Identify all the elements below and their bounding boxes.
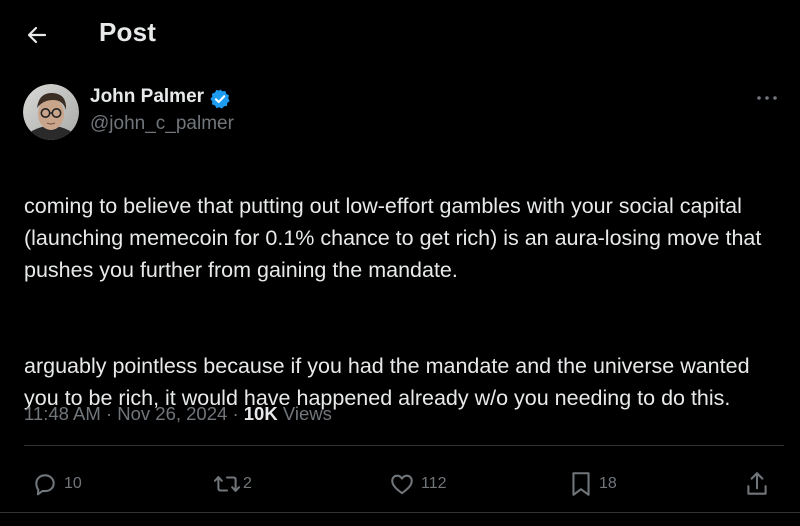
action-bar: 10 2 112 18 bbox=[0, 466, 800, 502]
page-title: Post bbox=[99, 17, 157, 47]
header: Post bbox=[0, 0, 800, 68]
share-icon bbox=[747, 472, 767, 495]
more-horizontal-icon bbox=[757, 96, 777, 100]
post-meta: 11:48 AM · Nov 26, 2024 · 10K Views bbox=[24, 403, 332, 425]
arrow-left-icon bbox=[27, 26, 47, 44]
views-label: Views bbox=[282, 403, 332, 424]
bookmark-button[interactable]: 18 bbox=[568, 466, 617, 502]
author-handle[interactable]: @john_c_palmer bbox=[90, 113, 234, 135]
like-button[interactable]: 112 bbox=[388, 466, 447, 502]
repost-button[interactable]: 2 bbox=[213, 466, 252, 502]
avatar[interactable] bbox=[23, 84, 79, 140]
reply-button[interactable]: 10 bbox=[32, 466, 82, 502]
repost-icon bbox=[213, 476, 241, 492]
bookmark-count: 18 bbox=[599, 475, 617, 492]
meta-separator: · bbox=[232, 403, 239, 424]
share-button[interactable] bbox=[744, 466, 770, 502]
like-count: 112 bbox=[421, 475, 447, 492]
post-time[interactable]: 11:48 AM bbox=[24, 403, 101, 424]
divider bbox=[24, 445, 784, 446]
more-options-button[interactable] bbox=[752, 86, 782, 110]
divider bbox=[0, 512, 800, 513]
post-page: Post John Palmer @john_c_palmer coming t… bbox=[0, 0, 800, 526]
views-count: 10K bbox=[243, 403, 278, 424]
bookmark-icon bbox=[572, 472, 590, 496]
heart-icon bbox=[391, 474, 413, 495]
reply-count: 10 bbox=[64, 475, 82, 492]
back-button[interactable] bbox=[20, 18, 54, 52]
meta-separator: · bbox=[105, 403, 113, 424]
post-paragraph: coming to believe that putting out low-e… bbox=[24, 194, 762, 282]
verified-badge-icon bbox=[210, 89, 230, 109]
reply-icon bbox=[35, 474, 55, 496]
post-date[interactable]: Nov 26, 2024 bbox=[117, 403, 227, 424]
repost-count: 2 bbox=[243, 475, 252, 492]
author-name[interactable]: John Palmer bbox=[90, 86, 204, 108]
